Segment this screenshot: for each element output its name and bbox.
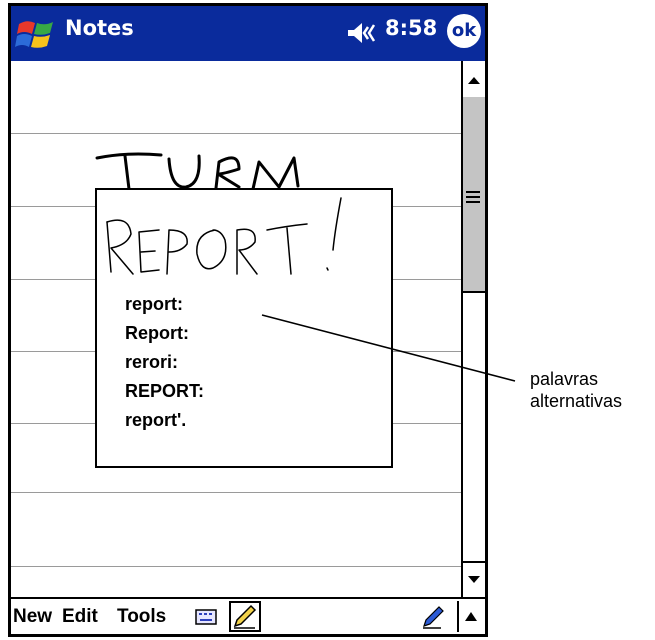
callout-label: palavras alternativas xyxy=(530,368,622,412)
callout-label-line1: palavras xyxy=(530,369,599,389)
callout-line xyxy=(261,314,516,382)
callout-label-line2: alternativas xyxy=(530,391,623,411)
